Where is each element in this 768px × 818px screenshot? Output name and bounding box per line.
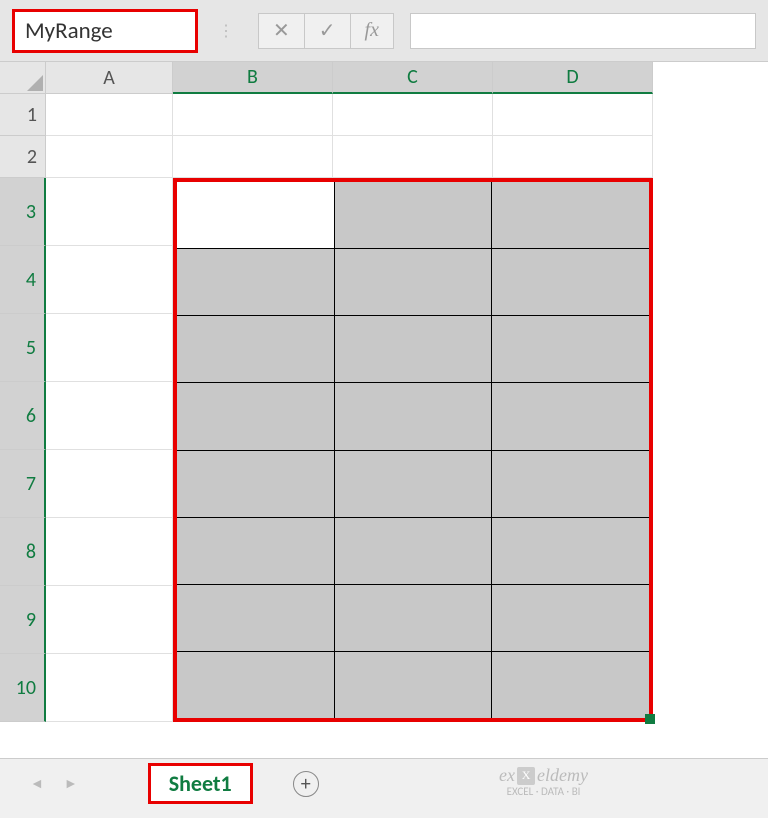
sheet-tab-label: Sheet1 <box>169 770 232 797</box>
selected-cell[interactable] <box>177 585 335 651</box>
row-header-5[interactable]: 5 <box>0 314 46 382</box>
row-header-4[interactable]: 4 <box>0 246 46 314</box>
column-header-d[interactable]: D <box>493 62 653 94</box>
row-label: 8 <box>26 540 36 564</box>
selected-cell[interactable] <box>335 182 493 248</box>
cell[interactable] <box>46 314 173 382</box>
formula-buttons-group: ✕ ✓ fx <box>258 13 394 49</box>
column-label: A <box>103 66 115 90</box>
selected-cell[interactable] <box>335 249 493 315</box>
row-label: 3 <box>26 200 36 224</box>
selected-cell[interactable] <box>335 451 493 517</box>
selected-cell[interactable] <box>177 652 335 718</box>
row-header-1[interactable]: 1 <box>0 94 46 136</box>
cell[interactable] <box>173 136 333 178</box>
selected-cell[interactable] <box>492 249 649 315</box>
row-label: 10 <box>16 676 36 700</box>
row-header-6[interactable]: 6 <box>0 382 46 450</box>
column-label: B <box>247 65 258 89</box>
row-label: 4 <box>26 268 36 292</box>
cell[interactable] <box>46 178 173 246</box>
range-selection[interactable] <box>173 178 653 722</box>
row-header-2[interactable]: 2 <box>0 136 46 178</box>
selected-cell[interactable] <box>492 383 649 449</box>
watermark-logo-icon: X <box>517 767 535 785</box>
plus-icon: + <box>301 774 311 794</box>
active-cell[interactable] <box>177 182 335 248</box>
row-header-7[interactable]: 7 <box>0 450 46 518</box>
row-header-3[interactable]: 3 <box>0 178 46 246</box>
cell[interactable] <box>493 94 653 136</box>
cancel-formula-button[interactable]: ✕ <box>258 13 305 49</box>
sheet-tabs-bar: ◄ ► Sheet1 + ex X eldemy EXCEL · DATA · … <box>0 758 768 818</box>
selected-cell[interactable] <box>177 518 335 584</box>
selected-cell[interactable] <box>492 451 649 517</box>
row-label: 9 <box>26 608 36 632</box>
select-all-button[interactable] <box>0 62 46 94</box>
cell[interactable] <box>46 382 173 450</box>
next-sheet-button[interactable]: ► <box>54 775 88 792</box>
cell[interactable] <box>173 94 333 136</box>
selected-cell[interactable] <box>492 182 649 248</box>
column-header-b[interactable]: B <box>173 62 333 94</box>
watermark-text: eldemy <box>537 766 588 786</box>
cell[interactable] <box>46 518 173 586</box>
cell[interactable] <box>46 94 173 136</box>
row-header-8[interactable]: 8 <box>0 518 46 586</box>
selected-cell[interactable] <box>177 451 335 517</box>
spreadsheet-grid: A B C D 1 2 3 4 5 6 7 8 9 10 <box>0 62 768 750</box>
cell[interactable] <box>46 136 173 178</box>
selected-cell[interactable] <box>335 316 493 382</box>
name-box[interactable]: MyRange <box>12 9 198 53</box>
selected-cell[interactable] <box>335 585 493 651</box>
cell[interactable] <box>333 94 493 136</box>
selected-cell[interactable] <box>177 249 335 315</box>
selected-cell[interactable] <box>492 585 649 651</box>
row-header-9[interactable]: 9 <box>0 586 46 654</box>
column-header-c[interactable]: C <box>333 62 493 94</box>
column-label: C <box>407 65 418 89</box>
row-label: 7 <box>26 472 36 496</box>
fx-icon: fx <box>365 19 379 42</box>
row-header-10[interactable]: 10 <box>0 654 46 722</box>
insert-function-button[interactable]: fx <box>351 13 394 49</box>
column-label: D <box>566 65 578 89</box>
selected-cell[interactable] <box>177 383 335 449</box>
fill-handle[interactable] <box>645 714 655 724</box>
column-headers: A B C D <box>46 62 653 94</box>
selected-cell[interactable] <box>492 652 649 718</box>
column-header-a[interactable]: A <box>46 62 173 94</box>
selected-cell[interactable] <box>335 383 493 449</box>
watermark: ex X eldemy EXCEL · DATA · BI <box>499 766 588 798</box>
cell[interactable] <box>46 246 173 314</box>
cell[interactable] <box>333 136 493 178</box>
sheet-tab-active[interactable]: Sheet1 <box>148 763 253 804</box>
selection-grid <box>177 182 649 718</box>
check-icon: ✓ <box>319 18 336 43</box>
prev-sheet-button[interactable]: ◄ <box>20 775 54 792</box>
name-box-value: MyRange <box>25 17 113 45</box>
selected-cell[interactable] <box>492 518 649 584</box>
cell[interactable] <box>46 450 173 518</box>
watermark-tagline: EXCEL · DATA · BI <box>499 786 588 798</box>
cancel-icon: ✕ <box>273 18 290 43</box>
confirm-formula-button[interactable]: ✓ <box>305 13 351 49</box>
cell[interactable] <box>493 136 653 178</box>
row-label: 1 <box>27 103 37 127</box>
formula-bar-divider: ⋮ <box>214 21 236 41</box>
selected-cell[interactable] <box>335 518 493 584</box>
cell[interactable] <box>46 586 173 654</box>
selected-cell[interactable] <box>177 316 335 382</box>
row-label: 5 <box>26 336 36 360</box>
selected-cell[interactable] <box>492 316 649 382</box>
row-headers: 1 2 3 4 5 6 7 8 9 10 <box>0 94 46 722</box>
row-label: 2 <box>27 145 37 169</box>
cell[interactable] <box>46 654 173 722</box>
add-sheet-button[interactable]: + <box>293 771 319 797</box>
formula-input[interactable] <box>410 13 756 49</box>
formula-bar: MyRange ⋮ ✕ ✓ fx <box>0 0 768 62</box>
watermark-text: ex <box>499 766 515 786</box>
row-label: 6 <box>26 404 36 428</box>
selected-cell[interactable] <box>335 652 493 718</box>
